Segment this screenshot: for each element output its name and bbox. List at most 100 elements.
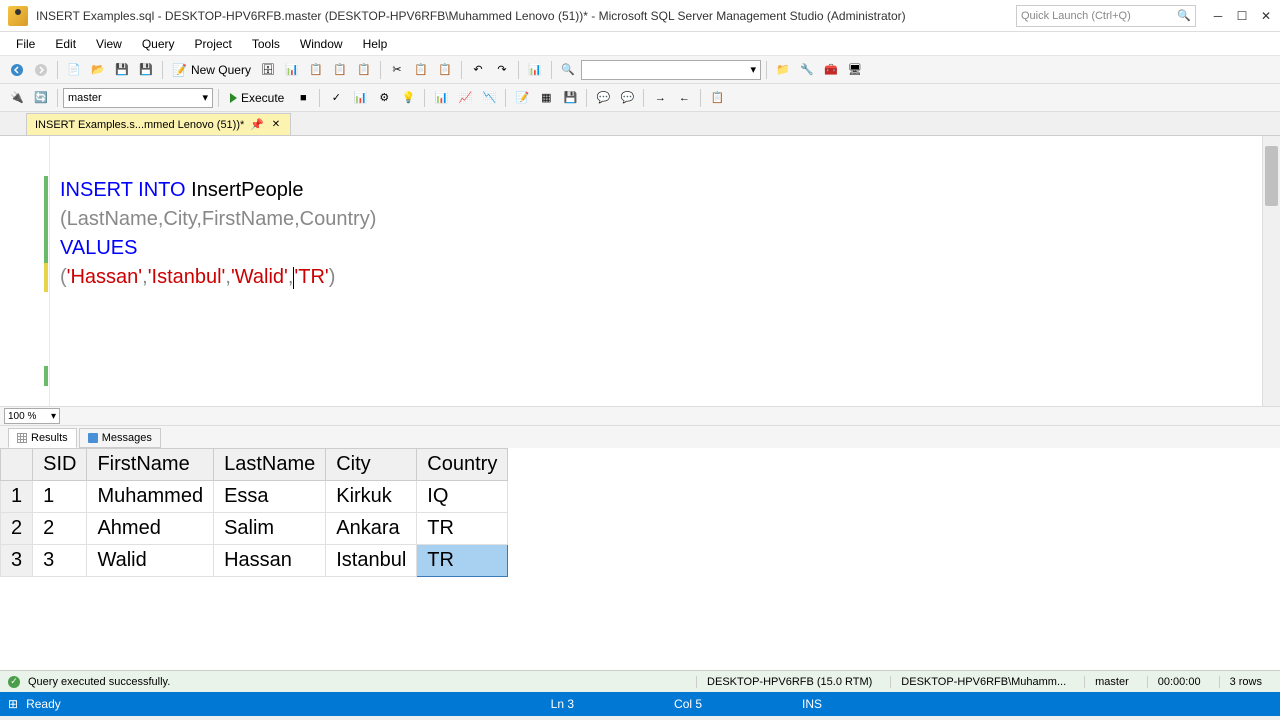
back-icon[interactable] [6, 59, 28, 81]
menu-view[interactable]: View [88, 35, 130, 53]
new-query-button[interactable]: 📝 New Query [168, 63, 255, 77]
cell-selected[interactable]: TR [417, 545, 508, 577]
database-combo[interactable]: master ▾ [63, 88, 213, 108]
quick-launch-input[interactable]: Quick Launch (Ctrl+Q) 🔍 [1016, 5, 1196, 27]
cell[interactable]: Istanbul [326, 545, 417, 577]
menu-help[interactable]: Help [355, 35, 396, 53]
pin-icon[interactable]: 📌 [250, 118, 264, 131]
zoom-value: 100 % [8, 411, 36, 422]
toolbox-icon[interactable]: 🧰 [820, 59, 842, 81]
document-tab[interactable]: INSERT Examples.s...mmed Lenovo (51))* 📌… [26, 113, 291, 135]
properties-icon[interactable]: 🔧 [796, 59, 818, 81]
row-header[interactable]: 3 [1, 545, 33, 577]
mdx-query-icon[interactable]: 📋 [305, 59, 327, 81]
table-row[interactable]: 2 2 Ahmed Salim Ankara TR [1, 513, 508, 545]
execute-button[interactable]: Execute [224, 89, 290, 107]
change-connection-icon[interactable]: 🔄 [30, 87, 52, 109]
col-header-city[interactable]: City [326, 449, 417, 481]
col-header-lastname[interactable]: LastName [214, 449, 326, 481]
results-grid[interactable]: SID FirstName LastName City Country 1 1 … [0, 448, 1280, 670]
table-row[interactable]: 3 3 Walid Hassan Istanbul TR [1, 545, 508, 577]
cell[interactable]: 3 [33, 545, 87, 577]
parse-icon[interactable]: ✓ [325, 87, 347, 109]
cell[interactable]: 1 [33, 481, 87, 513]
row-header[interactable]: 1 [1, 481, 33, 513]
find-icon[interactable]: 🔍 [557, 59, 579, 81]
minimize-button[interactable]: ─ [1212, 10, 1224, 22]
cell[interactable]: Muhammed [87, 481, 214, 513]
copy-icon[interactable]: 📋 [410, 59, 432, 81]
db-engine-query-icon[interactable]: 🗄 [257, 59, 279, 81]
connect-icon[interactable]: 🔌 [6, 87, 28, 109]
paste-icon[interactable]: 📋 [434, 59, 456, 81]
outdent-icon[interactable]: ← [673, 87, 695, 109]
results-file-icon[interactable]: 💾 [559, 87, 581, 109]
cell[interactable]: Essa [214, 481, 326, 513]
table-header-row: SID FirstName LastName City Country [1, 449, 508, 481]
find-combo[interactable]: ▾ [581, 60, 761, 80]
editor-scrollbar[interactable] [1262, 136, 1280, 406]
close-tab-icon[interactable]: ✕ [270, 119, 282, 131]
cell[interactable]: Salim [214, 513, 326, 545]
table-row[interactable]: 1 1 Muhammed Essa Kirkuk IQ [1, 481, 508, 513]
include-client-stats-icon[interactable]: 📉 [478, 87, 500, 109]
menu-query[interactable]: Query [134, 35, 183, 53]
results-table: SID FirstName LastName City Country 1 1 … [0, 448, 508, 577]
cell[interactable]: Hassan [214, 545, 326, 577]
tab-messages[interactable]: Messages [79, 428, 161, 448]
indent-icon[interactable]: → [649, 87, 671, 109]
forward-icon[interactable] [30, 59, 52, 81]
close-button[interactable]: ✕ [1260, 10, 1272, 22]
menu-file[interactable]: File [8, 35, 43, 53]
dmx-query-icon[interactable]: 📋 [329, 59, 351, 81]
uncomment-icon[interactable]: 💬 [616, 87, 638, 109]
include-plan-icon[interactable]: 📊 [430, 87, 452, 109]
maximize-button[interactable]: ☐ [1236, 10, 1248, 22]
col-header-country[interactable]: Country [417, 449, 508, 481]
col-header-sid[interactable]: SID [33, 449, 87, 481]
analysis-query-icon[interactable]: 📊 [281, 59, 303, 81]
xmla-query-icon[interactable]: 📋 [353, 59, 375, 81]
cell[interactable]: Kirkuk [326, 481, 417, 513]
specify-values-icon[interactable]: 📋 [706, 87, 728, 109]
cell[interactable]: Ankara [326, 513, 417, 545]
col-header-firstname[interactable]: FirstName [87, 449, 214, 481]
undo-icon[interactable]: ↶ [467, 59, 489, 81]
results-text-icon[interactable]: 📝 [511, 87, 533, 109]
menu-tools[interactable]: Tools [244, 35, 288, 53]
cancel-query-icon[interactable]: ■ [292, 87, 314, 109]
zoom-combo[interactable]: 100 %▾ [4, 408, 60, 424]
cell[interactable]: 2 [33, 513, 87, 545]
registered-servers-icon[interactable]: 🖥 [844, 59, 866, 81]
redo-icon[interactable]: ↷ [491, 59, 513, 81]
results-grid-icon[interactable]: ▦ [535, 87, 557, 109]
menu-window[interactable]: Window [292, 35, 351, 53]
code-content[interactable]: INSERT INTO InsertPeople (LastName,City,… [50, 136, 1262, 406]
intellisense-icon[interactable]: 💡 [397, 87, 419, 109]
save-icon[interactable]: 💾 [111, 59, 133, 81]
save-all-icon[interactable]: 💾 [135, 59, 157, 81]
cell[interactable]: Ahmed [87, 513, 214, 545]
cell[interactable]: TR [417, 513, 508, 545]
open-icon[interactable]: 📂 [87, 59, 109, 81]
activity-icon[interactable]: 📊 [524, 59, 546, 81]
cut-icon[interactable]: ✂ [386, 59, 408, 81]
menu-edit[interactable]: Edit [47, 35, 84, 53]
execute-label: Execute [241, 91, 284, 105]
menubar: File Edit View Query Project Tools Windo… [0, 32, 1280, 56]
solution-icon[interactable]: 📁 [772, 59, 794, 81]
scrollbar-thumb[interactable] [1265, 146, 1278, 206]
tab-results[interactable]: Results [8, 428, 77, 448]
include-stats-icon[interactable]: 📈 [454, 87, 476, 109]
new-icon[interactable]: 📄 [63, 59, 85, 81]
row-header[interactable]: 2 [1, 513, 33, 545]
cell[interactable]: IQ [417, 481, 508, 513]
query-options-icon[interactable]: ⚙ [373, 87, 395, 109]
estimated-plan-icon[interactable]: 📊 [349, 87, 371, 109]
cell[interactable]: Walid [87, 545, 214, 577]
code-string: 'Istanbul' [148, 266, 226, 288]
code-editor[interactable]: INSERT INTO InsertPeople (LastName,City,… [0, 136, 1280, 406]
menu-project[interactable]: Project [187, 35, 240, 53]
window-title: INSERT Examples.sql - DESKTOP-HPV6RFB.ma… [36, 9, 1016, 23]
comment-icon[interactable]: 💬 [592, 87, 614, 109]
